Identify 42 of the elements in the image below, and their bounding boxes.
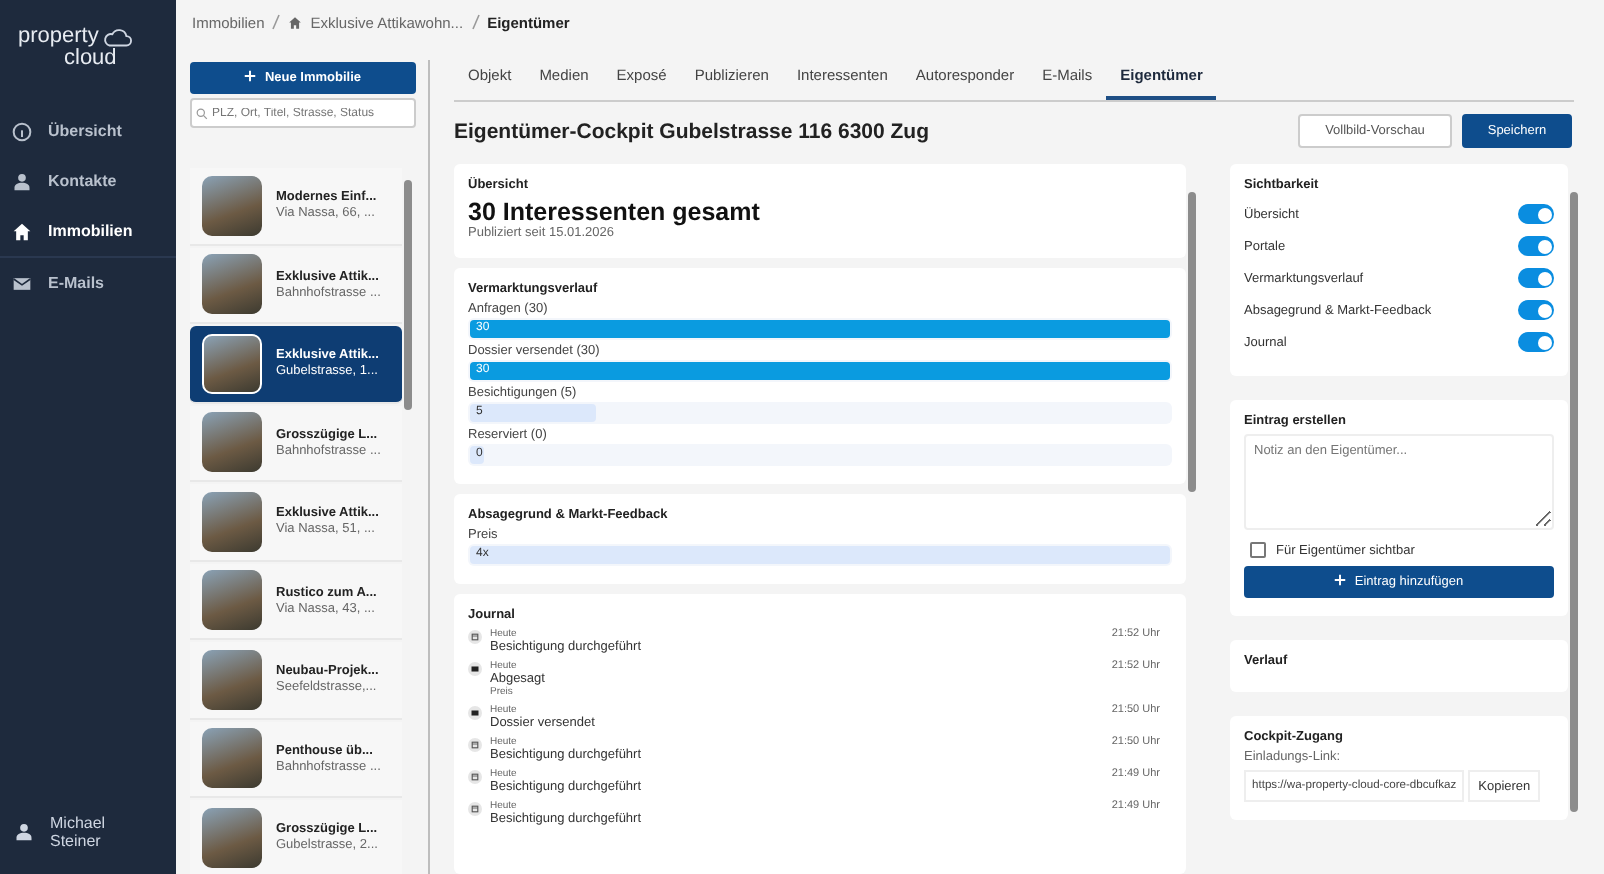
- calendar-icon: [468, 630, 482, 644]
- home-icon: [12, 221, 32, 241]
- logo-text: property: [18, 26, 99, 48]
- calendar-icon: [468, 738, 482, 752]
- person-icon: [12, 171, 32, 191]
- cloud-icon: [102, 27, 133, 47]
- nav-item[interactable]: E-Mails: [0, 258, 176, 308]
- photo-placeholder: [202, 807, 262, 868]
- photo-placeholder: [202, 333, 262, 394]
- page-title: Eigentümer-Cockpit Gubelstrasse 116 6300 Zug: [454, 119, 930, 143]
- plus-icon: [1334, 574, 1347, 587]
- nav-item[interactable]: Immobilien: [0, 206, 176, 258]
- info-icon: [12, 121, 32, 141]
- photo-placeholder: [202, 491, 262, 552]
- calendar-icon: [468, 802, 482, 816]
- photo-placeholder: [202, 649, 262, 710]
- photo-placeholder: [202, 175, 262, 236]
- toggle-switch[interactable]: [1518, 236, 1554, 256]
- mail-icon: [468, 706, 482, 720]
- toggle-switch[interactable]: [1518, 332, 1554, 352]
- plus-icon: [244, 70, 257, 83]
- search-icon: [196, 107, 208, 119]
- user-name[interactable]: Michael Steiner: [50, 814, 130, 850]
- nav-item[interactable]: Übersicht: [0, 106, 176, 156]
- logo-text: cloud: [64, 48, 119, 70]
- toggle-switch[interactable]: [1518, 268, 1554, 288]
- photo-placeholder: [202, 412, 262, 473]
- nav-item[interactable]: Kontakte: [0, 156, 176, 206]
- person-icon: [14, 822, 34, 842]
- calendar-icon: [468, 770, 482, 784]
- toggle-switch[interactable]: [1518, 300, 1554, 320]
- toggle-switch[interactable]: [1518, 204, 1554, 224]
- mail-icon: [12, 273, 32, 293]
- home-icon: [288, 15, 303, 29]
- photo-placeholder: [202, 254, 262, 315]
- interest-total: 30 Interessenten gesamt: [468, 198, 762, 226]
- photo-placeholder: [202, 570, 262, 631]
- photo-placeholder: [202, 728, 262, 789]
- separator-icon: [471, 14, 480, 30]
- checkbox[interactable]: [1250, 542, 1266, 558]
- mail-icon: [468, 662, 482, 676]
- separator-icon: [272, 14, 281, 30]
